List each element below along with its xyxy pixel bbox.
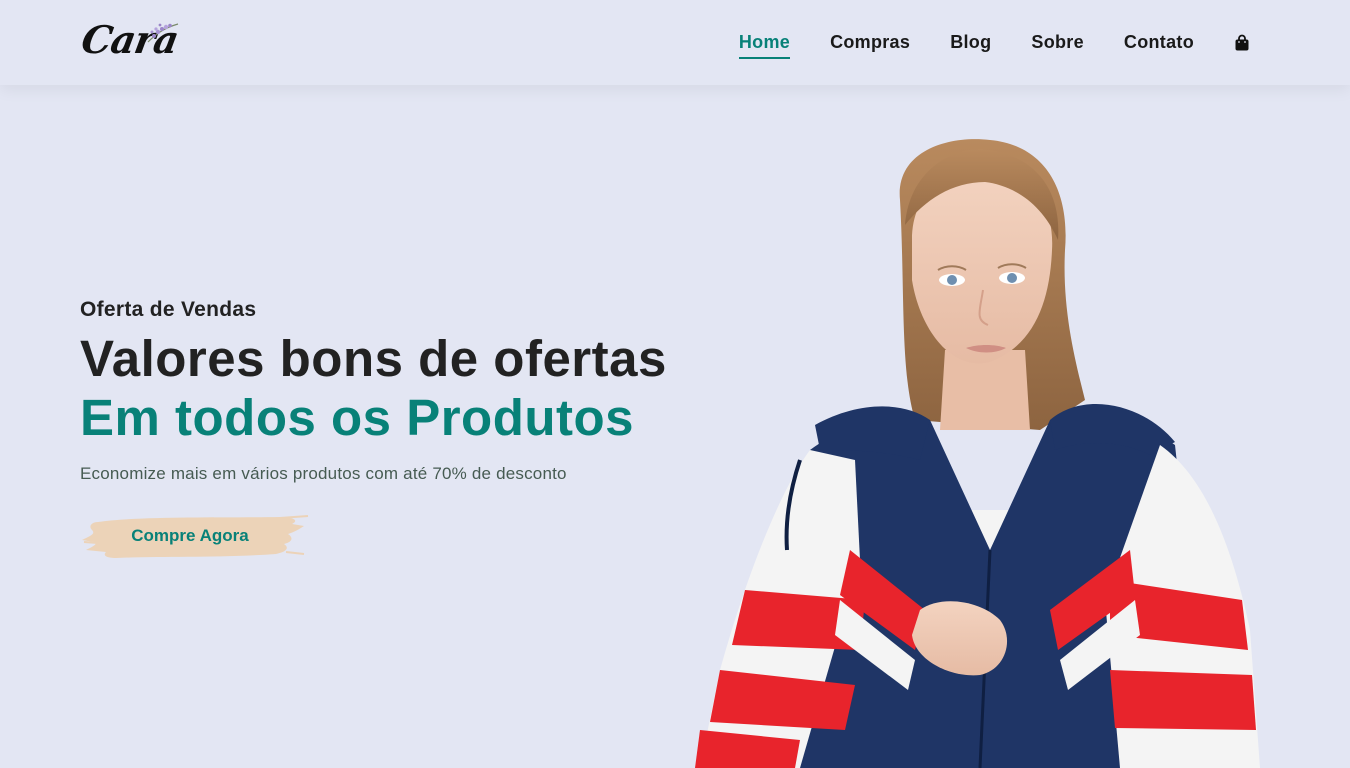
shop-now-label: Compre Agora [131, 526, 249, 545]
shop-now-button[interactable]: Compre Agora [80, 512, 310, 560]
nav-item-compras[interactable]: Compras [830, 32, 910, 53]
nav-item-blog[interactable]: Blog [950, 32, 991, 53]
main-nav: Home Compras Blog Sobre Contato [699, 0, 1250, 85]
shopping-bag-icon[interactable] [1234, 34, 1250, 52]
hero-model-image [695, 139, 1260, 768]
site-header: Cara Home Compras Blog Sobre Contato [0, 0, 1350, 85]
lavender-sprig-icon [147, 23, 179, 43]
hero-subtitle: Economize mais em vários produtos com at… [80, 464, 567, 483]
nav-item-home[interactable]: Home [738, 32, 791, 59]
nav-item-contato[interactable]: Contato [1124, 32, 1194, 53]
hero-eyebrow: Oferta de Vendas [80, 298, 257, 321]
hero-text: Oferta de Vendas Valores bons de ofertas… [80, 298, 667, 484]
hero-title: Valores bons de ofertas [80, 330, 667, 387]
logo[interactable]: Cara [78, 16, 182, 64]
nav-item-sobre[interactable]: Sobre [1031, 32, 1084, 53]
hero-title-highlight: Em todos os Produtos [80, 389, 635, 446]
